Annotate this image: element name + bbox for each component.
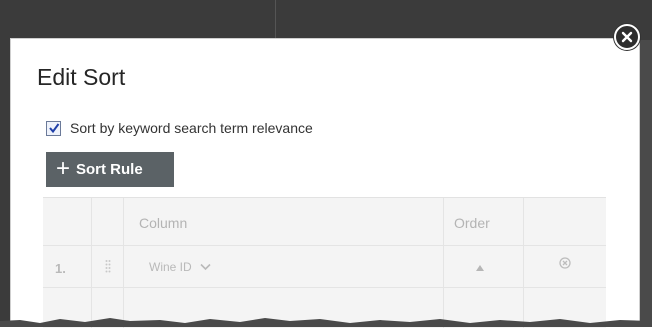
add-sort-rule-button[interactable]: + Sort Rule <box>46 152 174 187</box>
remove-rule-icon[interactable] <box>559 257 571 269</box>
backdrop-right-edge <box>640 40 652 327</box>
relevance-checkbox-label: Sort by keyword search term relevance <box>70 120 313 136</box>
relevance-checkbox[interactable] <box>46 120 61 136</box>
column-select-value: Wine ID <box>149 260 192 274</box>
column-header-column: Column <box>139 215 188 231</box>
page-backdrop <box>0 0 652 40</box>
drag-handle-icon[interactable] <box>105 259 111 273</box>
plus-icon: + <box>56 154 71 182</box>
close-icon[interactable] <box>614 24 640 50</box>
relevance-option: Sort by keyword search term relevance <box>46 120 313 136</box>
column-header-order: Order <box>454 215 490 231</box>
add-sort-rule-label: Sort Rule <box>76 161 143 178</box>
sort-ascending-icon[interactable] <box>475 264 485 272</box>
table-divider <box>43 245 606 246</box>
dialog-title: Edit Sort <box>37 64 126 90</box>
checkmark-icon <box>48 123 59 134</box>
table-divider <box>443 198 444 328</box>
column-select[interactable]: Wine ID <box>149 260 211 274</box>
row-number: 1. <box>55 261 66 276</box>
sort-rules-table: Column Order 1. Wine ID <box>43 197 606 328</box>
table-divider <box>523 198 524 328</box>
table-divider <box>91 198 92 328</box>
table-divider <box>43 287 606 288</box>
backdrop-divider <box>275 0 276 40</box>
backdrop-left-edge <box>0 40 10 327</box>
chevron-down-icon <box>200 263 211 271</box>
table-divider <box>123 198 124 328</box>
torn-edge <box>0 318 652 327</box>
